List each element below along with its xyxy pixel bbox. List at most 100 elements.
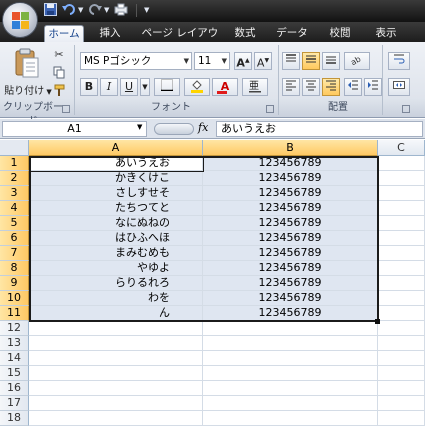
- row-header[interactable]: 16: [0, 381, 29, 396]
- save-icon[interactable]: [44, 3, 57, 18]
- cell-c[interactable]: [378, 366, 425, 381]
- cell-a[interactable]: なにぬねの: [29, 216, 203, 231]
- cell-b[interactable]: [203, 336, 378, 351]
- cell-c[interactable]: [378, 156, 425, 171]
- tab-review[interactable]: 校閲: [320, 25, 360, 42]
- cell-b[interactable]: 123456789: [203, 231, 378, 246]
- quick-print-icon[interactable]: [114, 3, 128, 18]
- cut-icon[interactable]: ✂: [52, 48, 66, 62]
- cell-b[interactable]: 123456789: [203, 216, 378, 231]
- cell-a[interactable]: らりるれろ: [29, 276, 203, 291]
- cell-c[interactable]: [378, 186, 425, 201]
- cell-b[interactable]: [203, 351, 378, 366]
- row-header[interactable]: 7: [0, 246, 29, 261]
- redo-icon[interactable]: [88, 3, 102, 18]
- decrease-indent-button[interactable]: [344, 78, 362, 96]
- font-size-select[interactable]: 11 ▼: [194, 52, 230, 70]
- cell-b[interactable]: 123456789: [203, 171, 378, 186]
- tab-view[interactable]: 表示: [366, 25, 406, 42]
- cell-b[interactable]: 123456789: [203, 201, 378, 216]
- row-header[interactable]: 9: [0, 276, 29, 291]
- cell-c[interactable]: [378, 381, 425, 396]
- underline-dropdown-icon[interactable]: ▼: [140, 78, 150, 96]
- cell-a[interactable]: かきくけこ: [29, 171, 203, 186]
- paste-button[interactable]: 貼り付け ▼: [4, 82, 52, 97]
- row-header[interactable]: 6: [0, 231, 29, 246]
- borders-button[interactable]: [154, 78, 180, 96]
- row-header[interactable]: 5: [0, 216, 29, 231]
- tab-home[interactable]: ホーム: [44, 25, 84, 42]
- cell-c[interactable]: [378, 306, 425, 321]
- align-middle-button[interactable]: [302, 52, 320, 70]
- row-header[interactable]: 13: [0, 336, 29, 351]
- cell-b[interactable]: [203, 396, 378, 411]
- undo-dropdown-icon[interactable]: ▼: [78, 3, 83, 18]
- cell-b[interactable]: 123456789: [203, 186, 378, 201]
- name-box[interactable]: A1: [2, 121, 147, 137]
- phonetic-button[interactable]: 亜: [242, 78, 268, 96]
- undo-icon[interactable]: [62, 3, 76, 18]
- row-header[interactable]: 12: [0, 321, 29, 336]
- cell-a[interactable]: あいうえお: [29, 156, 203, 171]
- office-button[interactable]: [2, 2, 38, 38]
- fill-handle[interactable]: [375, 319, 380, 324]
- cell-a[interactable]: ん: [29, 306, 203, 321]
- cell-b[interactable]: [203, 381, 378, 396]
- orientation-button[interactable]: ab: [344, 52, 370, 70]
- cell-c[interactable]: [378, 276, 425, 291]
- fill-color-button[interactable]: [184, 78, 210, 96]
- select-all-corner[interactable]: [0, 140, 29, 156]
- font-color-button[interactable]: A: [212, 78, 238, 96]
- align-left-button[interactable]: [282, 78, 300, 96]
- row-header[interactable]: 2: [0, 171, 29, 186]
- cell-a[interactable]: わを: [29, 291, 203, 306]
- row-header[interactable]: 11: [0, 306, 29, 321]
- cell-a[interactable]: [29, 351, 203, 366]
- cell-b[interactable]: 123456789: [203, 156, 378, 171]
- cell-b[interactable]: [203, 411, 378, 426]
- align-bottom-button[interactable]: [322, 52, 340, 70]
- underline-button[interactable]: U: [120, 78, 138, 96]
- cell-a[interactable]: たちつてと: [29, 201, 203, 216]
- row-header[interactable]: 18: [0, 411, 29, 426]
- tab-page-layout[interactable]: ページ レイアウト: [138, 25, 222, 56]
- cell-a[interactable]: [29, 381, 203, 396]
- cell-a[interactable]: [29, 396, 203, 411]
- align-center-button[interactable]: [302, 78, 320, 96]
- cell-c[interactable]: [378, 321, 425, 336]
- formula-input[interactable]: あいうえお: [216, 121, 423, 137]
- bold-button[interactable]: B: [80, 78, 98, 96]
- cell-b[interactable]: [203, 366, 378, 381]
- cell-a[interactable]: [29, 411, 203, 426]
- format-painter-icon[interactable]: [52, 84, 66, 98]
- row-header[interactable]: 8: [0, 261, 29, 276]
- paste-icon[interactable]: [14, 48, 40, 80]
- cell-c[interactable]: [378, 231, 425, 246]
- cell-a[interactable]: [29, 366, 203, 381]
- redo-dropdown-icon[interactable]: ▼: [104, 3, 109, 18]
- font-name-select[interactable]: MS Pゴシック ▼: [80, 52, 192, 70]
- column-header-a[interactable]: A: [29, 140, 203, 156]
- cell-c[interactable]: [378, 336, 425, 351]
- italic-button[interactable]: I: [100, 78, 118, 96]
- grow-font-button[interactable]: A▲: [234, 52, 252, 70]
- chevron-down-icon[interactable]: ▼: [137, 123, 142, 131]
- cell-a[interactable]: [29, 336, 203, 351]
- column-header-b[interactable]: B: [203, 140, 378, 156]
- cell-c[interactable]: [378, 396, 425, 411]
- align-right-button[interactable]: [322, 78, 340, 96]
- row-header[interactable]: 17: [0, 396, 29, 411]
- cell-c[interactable]: [378, 261, 425, 276]
- column-header-c[interactable]: C: [378, 140, 425, 156]
- alignment-launcher-icon[interactable]: [402, 105, 410, 113]
- row-header[interactable]: 14: [0, 351, 29, 366]
- cell-a[interactable]: やゆよ: [29, 261, 203, 276]
- row-header[interactable]: 1: [0, 156, 29, 171]
- cell-b[interactable]: 123456789: [203, 291, 378, 306]
- shrink-font-button[interactable]: A▼: [254, 52, 272, 70]
- wrap-text-button[interactable]: [388, 52, 410, 70]
- copy-icon[interactable]: [52, 66, 66, 80]
- row-header[interactable]: 15: [0, 366, 29, 381]
- formula-cancel-enter-handle[interactable]: [154, 123, 194, 135]
- cell-c[interactable]: [378, 351, 425, 366]
